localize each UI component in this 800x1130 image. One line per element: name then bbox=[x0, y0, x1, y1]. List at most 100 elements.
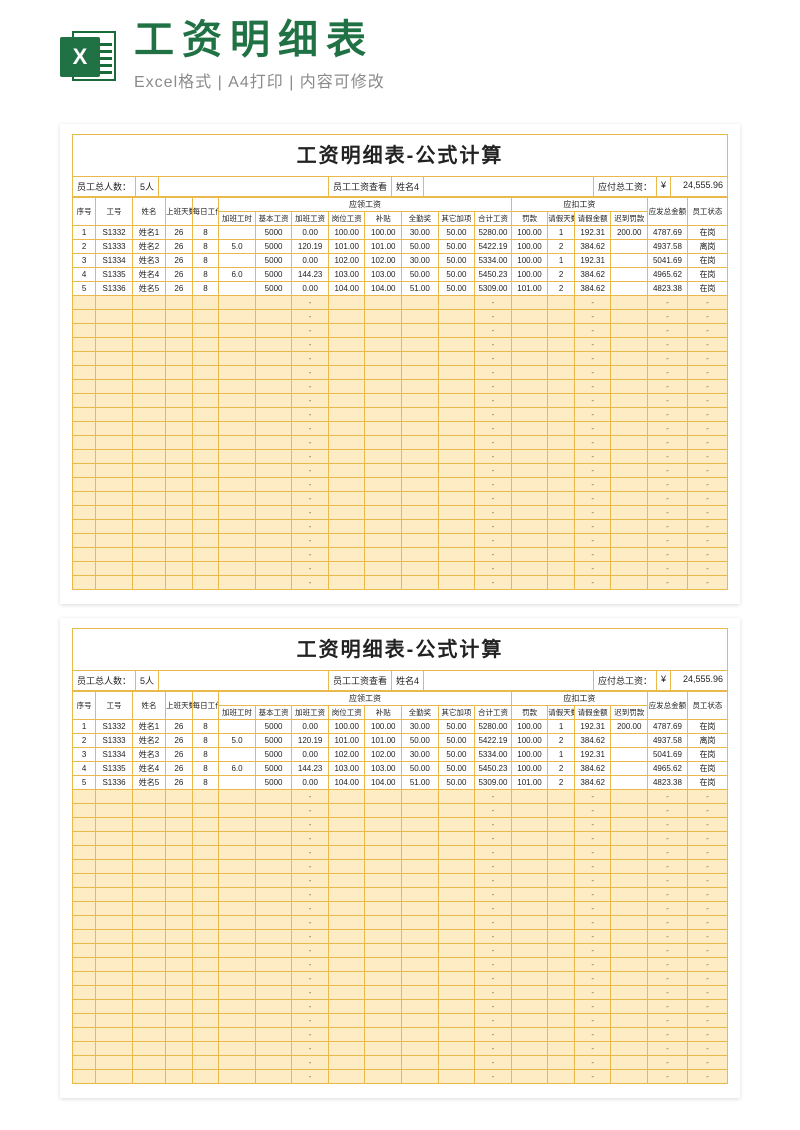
cell-empty bbox=[132, 338, 165, 352]
cell-empty bbox=[365, 562, 402, 576]
cell-empty: - bbox=[574, 790, 611, 804]
th-group-ded: 应扣工资 bbox=[511, 198, 647, 212]
table-row: ----- bbox=[73, 324, 728, 338]
cell-empty bbox=[611, 352, 648, 366]
cell-empty: - bbox=[292, 562, 329, 576]
cell-empty: - bbox=[292, 958, 329, 972]
cell-empty: - bbox=[648, 888, 688, 902]
cell-empty bbox=[365, 506, 402, 520]
cell-post: 104.00 bbox=[328, 282, 365, 296]
cell-empty bbox=[132, 492, 165, 506]
cell-empty bbox=[255, 352, 292, 366]
table-row: ----- bbox=[73, 478, 728, 492]
cell-empty: - bbox=[475, 576, 512, 590]
cell-ot_h: 6.0 bbox=[219, 268, 256, 282]
cell-empty bbox=[96, 832, 133, 846]
table-row: ----- bbox=[73, 1056, 728, 1070]
cell-leave: 2 bbox=[548, 240, 575, 254]
cell-empty bbox=[548, 1042, 575, 1056]
cell-empty: - bbox=[648, 986, 688, 1000]
cell-empty bbox=[438, 1014, 475, 1028]
th-net: 应发总金额 bbox=[648, 692, 688, 720]
cell-empty bbox=[402, 930, 439, 944]
cell-empty bbox=[438, 352, 475, 366]
cell-empty bbox=[365, 860, 402, 874]
cell-empty: - bbox=[574, 1000, 611, 1014]
cell-post: 100.00 bbox=[328, 720, 365, 734]
cell-empty: - bbox=[687, 450, 727, 464]
cell-empty bbox=[166, 860, 193, 874]
cell-empty bbox=[365, 972, 402, 986]
cell-empty: - bbox=[574, 422, 611, 436]
cell-empty bbox=[511, 352, 548, 366]
cell-empty bbox=[166, 902, 193, 916]
cell-name: 姓名3 bbox=[132, 254, 165, 268]
cell-empty: - bbox=[648, 338, 688, 352]
cell-empty bbox=[192, 944, 219, 958]
cell-ot_pay: 120.19 bbox=[292, 734, 329, 748]
cell-empty bbox=[255, 338, 292, 352]
cell-empty: - bbox=[648, 534, 688, 548]
cell-status: 在岗 bbox=[687, 748, 727, 762]
cell-seq: 4 bbox=[73, 762, 96, 776]
cell-leave_amt: 384.62 bbox=[574, 734, 611, 748]
cell-empty bbox=[611, 790, 648, 804]
count-label: 员工总人数： bbox=[73, 671, 136, 690]
cell-empty bbox=[132, 874, 165, 888]
cell-empty bbox=[255, 310, 292, 324]
cell-empty bbox=[328, 986, 365, 1000]
cell-empty bbox=[96, 1014, 133, 1028]
cell-empty bbox=[166, 972, 193, 986]
cell-status: 在岗 bbox=[687, 720, 727, 734]
cell-empty bbox=[365, 436, 402, 450]
cell-empty bbox=[402, 296, 439, 310]
cell-empty bbox=[166, 478, 193, 492]
cell-empty bbox=[73, 310, 96, 324]
cell-empty: - bbox=[574, 534, 611, 548]
cell-leave: 1 bbox=[548, 226, 575, 240]
cell-empty bbox=[511, 296, 548, 310]
cell-empty bbox=[611, 818, 648, 832]
total-currency: ¥ bbox=[657, 671, 671, 690]
cell-ot_pay: 0.00 bbox=[292, 776, 329, 790]
cell-empty bbox=[255, 394, 292, 408]
cell-empty bbox=[192, 930, 219, 944]
cell-empty bbox=[219, 930, 256, 944]
th-allow: 补贴 bbox=[365, 212, 402, 226]
cell-empty bbox=[328, 352, 365, 366]
cell-seq: 5 bbox=[73, 776, 96, 790]
cell-empty bbox=[166, 338, 193, 352]
cell-empty bbox=[192, 986, 219, 1000]
cell-empty bbox=[611, 562, 648, 576]
cell-empty: - bbox=[687, 422, 727, 436]
cell-empty: - bbox=[687, 310, 727, 324]
cell-empty bbox=[611, 930, 648, 944]
cell-empty: - bbox=[687, 352, 727, 366]
cell-empty: - bbox=[475, 534, 512, 548]
cell-empty bbox=[548, 492, 575, 506]
cell-empty bbox=[219, 818, 256, 832]
excel-icon: X bbox=[60, 27, 118, 85]
cell-late bbox=[611, 282, 648, 296]
th-base: 基本工资 bbox=[255, 212, 292, 226]
cell-empty bbox=[132, 324, 165, 338]
th-days: 上班天数 bbox=[166, 198, 193, 226]
cell-empty bbox=[96, 296, 133, 310]
cell-empty bbox=[365, 310, 402, 324]
table-row: ----- bbox=[73, 944, 728, 958]
cell-empty bbox=[438, 506, 475, 520]
cell-empty: - bbox=[475, 450, 512, 464]
cell-empty bbox=[96, 860, 133, 874]
cell-empty bbox=[132, 478, 165, 492]
table-row: ----- bbox=[73, 972, 728, 986]
cell-empty bbox=[219, 492, 256, 506]
cell-empty bbox=[192, 324, 219, 338]
cell-empty bbox=[611, 958, 648, 972]
cell-empty bbox=[219, 548, 256, 562]
cell-empty bbox=[328, 296, 365, 310]
cell-empty bbox=[192, 380, 219, 394]
cell-empty bbox=[611, 408, 648, 422]
cell-other: 50.00 bbox=[438, 226, 475, 240]
cell-empty: - bbox=[648, 352, 688, 366]
cell-empty bbox=[166, 944, 193, 958]
